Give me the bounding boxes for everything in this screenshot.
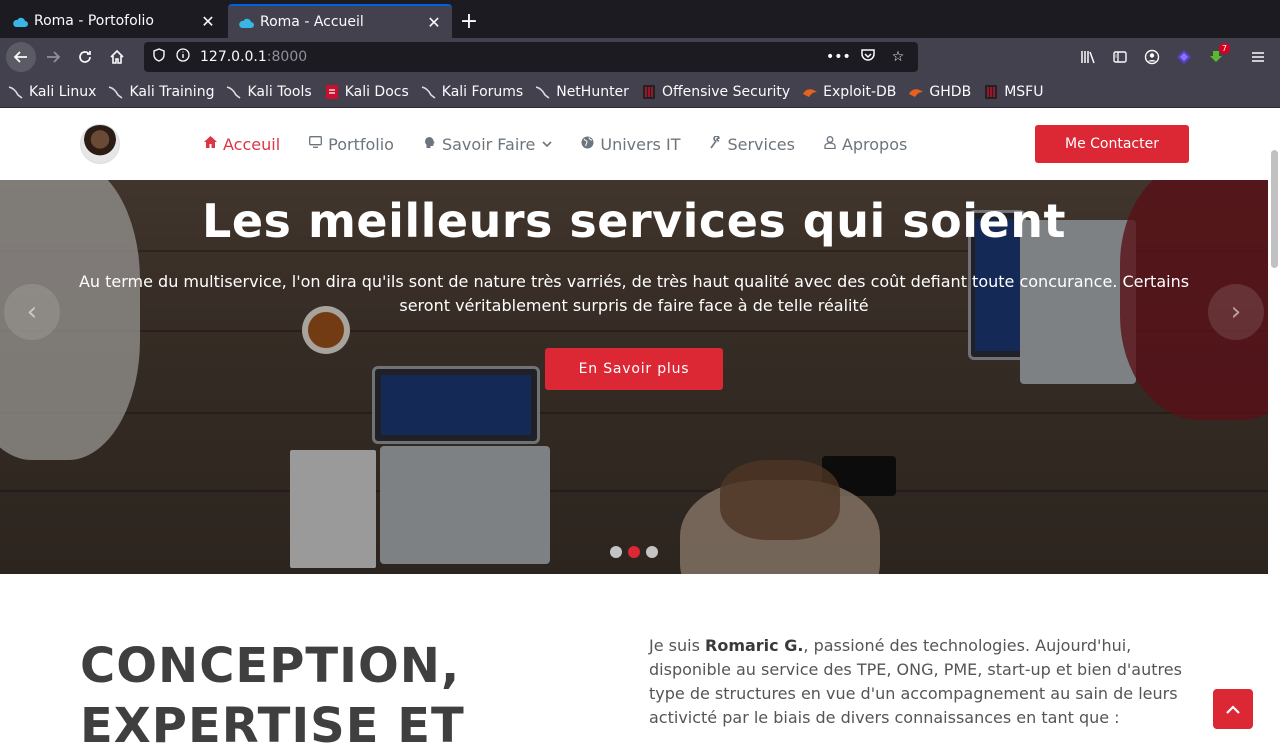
browser-tab-bar: Roma - Portofolio ✕ Roma - Accueil ✕ +	[0, 0, 1280, 38]
exploit-db-icon	[802, 84, 818, 100]
offsec-icon	[983, 84, 999, 100]
bookmark-offensive-security[interactable]: Offensive Security	[641, 84, 790, 100]
back-button[interactable]	[6, 42, 36, 72]
globe-icon	[581, 136, 594, 153]
reload-icon	[79, 51, 91, 63]
pocket-icon[interactable]	[856, 47, 880, 67]
url-port: :8000	[266, 49, 308, 65]
tab-portfolio[interactable]: Roma - Portofolio ✕	[2, 4, 226, 38]
tab-title: Roma - Accueil	[260, 14, 364, 30]
arrow-left-icon	[13, 51, 27, 63]
scroll-to-top-button[interactable]	[1213, 689, 1253, 729]
docs-icon	[324, 84, 340, 100]
kali-dragon-icon	[421, 84, 437, 100]
tab-title: Roma - Portofolio	[34, 13, 154, 29]
kali-dragon-icon	[535, 84, 551, 100]
extension-icon[interactable]	[1168, 42, 1200, 72]
monitor-icon	[309, 136, 323, 152]
close-icon[interactable]: ✕	[426, 13, 442, 32]
bookmark-nethunter[interactable]: NetHunter	[535, 84, 629, 100]
forward-button[interactable]	[38, 42, 68, 72]
nav-item-savoir-faire[interactable]: Savoir Faire	[423, 135, 552, 154]
site-header: Acceuil Portfolio Savoir Faire Univers I…	[0, 108, 1280, 180]
bookmark-kali-tools[interactable]: Kali Tools	[226, 84, 312, 100]
new-tab-button[interactable]: +	[452, 4, 486, 38]
kali-dragon-icon	[108, 84, 124, 100]
chevron-right-icon: ›	[1230, 297, 1242, 327]
hero-lead: Au terme du multiservice, l'on dira qu'i…	[78, 272, 1190, 315]
scrollbar-thumb[interactable]	[1271, 150, 1278, 268]
home-button[interactable]	[102, 42, 132, 72]
author-name: Romaric G.	[705, 636, 804, 655]
chevron-left-icon: ‹	[26, 297, 38, 327]
carousel-prev-button[interactable]: ‹	[4, 284, 60, 340]
learn-more-button[interactable]: En Savoir plus	[545, 348, 723, 390]
browser-toolbar: 127.0.0.1:8000 ••• ☆ 7	[0, 38, 1280, 76]
download-icon[interactable]: 7	[1200, 42, 1232, 72]
bookmark-kali-training[interactable]: Kali Training	[108, 84, 214, 100]
url-bar[interactable]: 127.0.0.1:8000 ••• ☆	[144, 42, 918, 72]
cloud-icon	[12, 16, 28, 27]
more-actions-icon[interactable]: •••	[826, 49, 851, 65]
nav-item-apropos[interactable]: Apropos	[824, 135, 907, 154]
arrow-right-icon	[47, 51, 61, 63]
bookmark-kali-docs[interactable]: Kali Docs	[324, 84, 409, 100]
nav-item-services[interactable]: Services	[709, 134, 795, 154]
wrench-icon	[709, 134, 721, 153]
nav-item-portfolio[interactable]: Portfolio	[309, 135, 394, 154]
hero-carousel: Les meilleurs services qui soient Au ter…	[0, 180, 1268, 574]
about-section: CONCEPTION, EXPERTISE ET Je suis Romaric…	[0, 574, 1268, 745]
offsec-icon	[641, 84, 657, 100]
kali-dragon-icon	[8, 84, 24, 100]
url-host: 127.0.0.1	[200, 49, 267, 65]
about-heading: CONCEPTION, EXPERTISE ET	[80, 638, 465, 745]
bookmark-kali-linux[interactable]: Kali Linux	[8, 84, 96, 100]
brain-icon	[423, 136, 436, 153]
carousel-dot-1[interactable]	[610, 546, 622, 558]
user-icon	[824, 135, 836, 153]
kali-dragon-icon	[226, 84, 242, 100]
carousel-next-button[interactable]: ›	[1208, 284, 1264, 340]
page-viewport: Acceuil Portfolio Savoir Faire Univers I…	[0, 108, 1280, 745]
bookmark-ghdb[interactable]: GHDB	[908, 84, 971, 100]
tab-accueil[interactable]: Roma - Accueil ✕	[228, 4, 452, 38]
page-scrollbar[interactable]	[1268, 108, 1280, 745]
chevron-down-icon	[542, 139, 552, 150]
avatar[interactable]	[80, 124, 120, 164]
home-icon	[204, 136, 217, 152]
download-badge: 7	[1218, 43, 1230, 54]
carousel-indicators	[610, 546, 664, 558]
info-icon[interactable]	[176, 48, 190, 66]
nav-item-accueil[interactable]: Acceuil	[204, 135, 280, 154]
sidebar-icon[interactable]	[1104, 42, 1136, 72]
hero-title: Les meilleurs services qui soient	[202, 194, 1066, 248]
home-icon	[110, 49, 124, 64]
account-icon[interactable]	[1136, 42, 1168, 72]
menu-icon[interactable]	[1242, 42, 1274, 72]
chevron-up-icon	[1226, 704, 1240, 714]
ghdb-icon	[908, 84, 924, 100]
close-icon[interactable]: ✕	[200, 12, 216, 31]
bookmark-exploit-db[interactable]: Exploit-DB	[802, 84, 896, 100]
library-icon[interactable]	[1072, 42, 1104, 72]
about-intro: Je suis Romaric G., passioné des technol…	[649, 636, 1182, 727]
carousel-dot-2[interactable]	[628, 546, 640, 558]
main-nav: Acceuil Portfolio Savoir Faire Univers I…	[204, 135, 936, 154]
star-icon[interactable]: ☆	[886, 49, 910, 65]
carousel-dot-3[interactable]	[646, 546, 658, 558]
cloud-icon	[238, 17, 254, 28]
bookmark-kali-forums[interactable]: Kali Forums	[421, 84, 523, 100]
bookmarks-toolbar: Kali Linux Kali Training Kali Tools Kali…	[0, 76, 1280, 108]
shield-icon[interactable]	[152, 48, 166, 66]
reload-button[interactable]	[70, 42, 100, 72]
nav-item-univers-it[interactable]: Univers IT	[581, 135, 680, 154]
contact-button[interactable]: Me Contacter	[1035, 125, 1189, 163]
bookmark-msfu[interactable]: MSFU	[983, 84, 1043, 100]
